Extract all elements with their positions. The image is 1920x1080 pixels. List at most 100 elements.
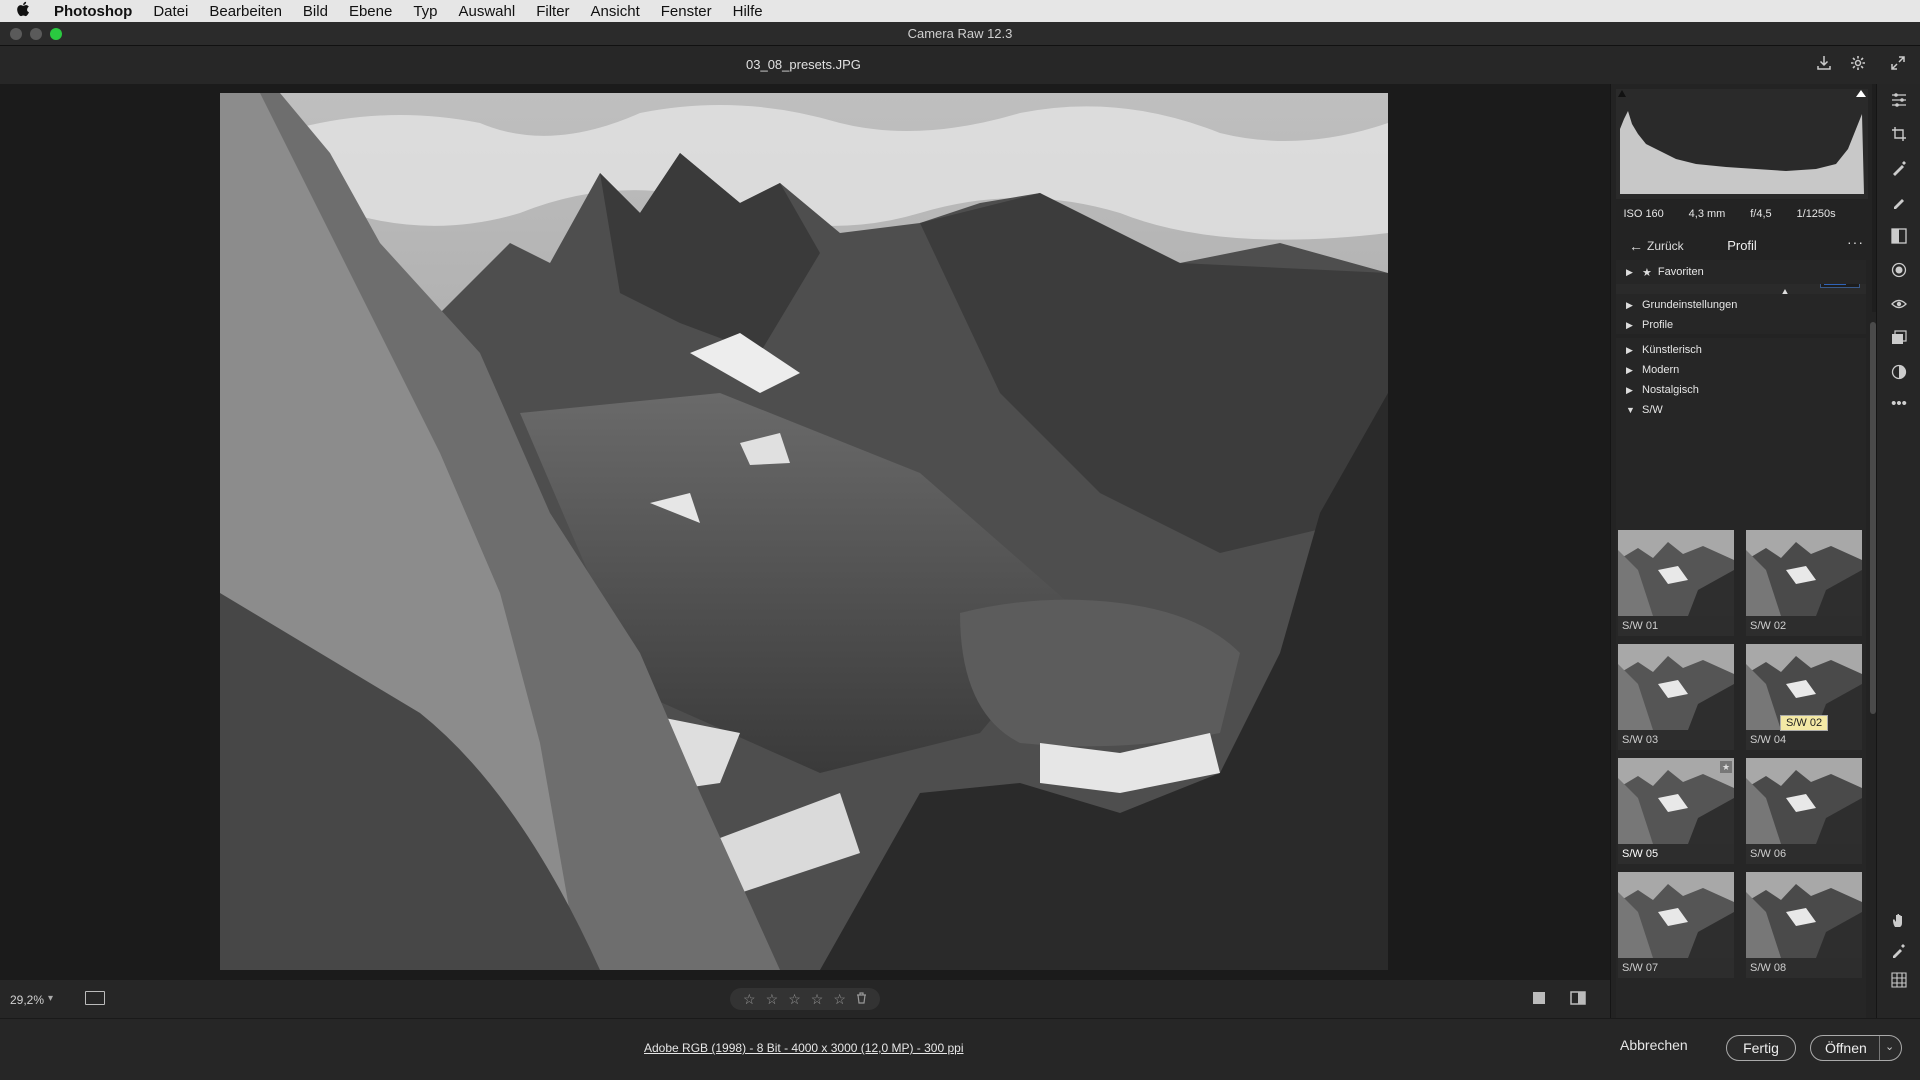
profile-thumbnail[interactable]: S/W 06 xyxy=(1746,758,1862,864)
open-button-group: Öffnen ⌄ xyxy=(1810,1035,1902,1061)
profile-thumbnail[interactable]: S/W 01 xyxy=(1618,530,1734,636)
profile-thumbnail[interactable]: S/W 07 xyxy=(1618,872,1734,978)
favorites-group: ▶ ★ Favoriten xyxy=(1616,260,1866,284)
preview-bottom-toolbar: 29,2% ▾ ☆ ☆ ☆ ☆ ☆ xyxy=(0,980,1610,1018)
grid-overlay-icon[interactable] xyxy=(1889,972,1909,992)
group-profiles[interactable]: ▶ Profile xyxy=(1626,315,1673,335)
file-name: 03_08_presets.JPG xyxy=(746,57,861,72)
delete-trash-icon[interactable] xyxy=(856,991,867,1007)
thumbnail-label: S/W 06 xyxy=(1750,848,1787,860)
expand-triangle-icon: ▶ xyxy=(1626,299,1633,310)
expand-triangle-icon: ▶ xyxy=(1626,364,1633,375)
menu-typ[interactable]: Typ xyxy=(413,3,437,20)
favorite-star-icon[interactable]: ★ xyxy=(1720,761,1732,773)
star-icon: ★ xyxy=(1642,266,1652,279)
expand-triangle-icon: ▶ xyxy=(1626,319,1633,330)
thumbnail-label: S/W 05 xyxy=(1622,848,1659,860)
thumbnail-label: S/W 02 xyxy=(1750,620,1787,632)
menu-hilfe[interactable]: Hilfe xyxy=(733,3,763,20)
exif-iso: ISO 160 xyxy=(1623,208,1664,220)
profile-thumbnail[interactable]: S/W 04 xyxy=(1746,644,1862,750)
open-dropdown-icon[interactable]: ⌄ xyxy=(1885,1040,1894,1053)
window-title: Camera Raw 12.3 xyxy=(907,26,1013,41)
save-image-icon[interactable] xyxy=(1814,55,1834,75)
rating-star-1-icon[interactable]: ☆ xyxy=(743,991,756,1008)
file-header: 03_08_presets.JPG xyxy=(0,46,1920,84)
menu-filter[interactable]: Filter xyxy=(536,3,569,20)
group-bw[interactable]: ▼ S/W xyxy=(1626,400,1663,420)
exif-aperture: f/4,5 xyxy=(1750,208,1772,220)
basic-groups: ▶ Grundeinstellungen ▶ Profile xyxy=(1616,294,1866,334)
rating-star-5-icon[interactable]: ☆ xyxy=(833,991,846,1008)
filmstrip-toggle-icon[interactable] xyxy=(85,991,105,1005)
close-window-button[interactable] xyxy=(10,28,22,40)
thumbnail-image xyxy=(1746,872,1862,958)
group-nostalgic[interactable]: ▶ Nostalgisch xyxy=(1626,380,1699,400)
profile-thumbnail[interactable]: S/W 03 xyxy=(1618,644,1734,750)
presets-icon[interactable] xyxy=(1889,364,1909,384)
zoom-window-button[interactable] xyxy=(50,28,62,40)
settings-gear-icon[interactable] xyxy=(1848,55,1868,75)
menu-fenster[interactable]: Fenster xyxy=(661,3,712,20)
thumbnail-label: S/W 08 xyxy=(1750,962,1787,974)
collapse-triangle-icon: ▼ xyxy=(1626,405,1635,415)
thumbnail-image xyxy=(1618,644,1734,730)
red-eye-icon[interactable] xyxy=(1889,296,1909,316)
profile-thumbnail[interactable]: S/W 05 ★ xyxy=(1618,758,1734,864)
profile-thumbnail[interactable]: S/W 02 xyxy=(1746,530,1862,636)
menu-datei[interactable]: Datei xyxy=(153,3,188,20)
image-preview-area xyxy=(0,84,1610,980)
thumbnail-label: S/W 04 xyxy=(1750,734,1787,746)
fullscreen-icon[interactable] xyxy=(1888,55,1908,75)
group-basics[interactable]: ▶ Grundeinstellungen xyxy=(1626,295,1737,315)
menu-bearbeiten[interactable]: Bearbeiten xyxy=(209,3,282,20)
open-button[interactable]: Öffnen xyxy=(1825,1040,1867,1056)
crop-icon[interactable] xyxy=(1889,126,1909,146)
group-modern[interactable]: ▶ Modern xyxy=(1626,360,1679,380)
color-sampler-icon[interactable] xyxy=(1889,942,1909,962)
single-view-icon[interactable] xyxy=(1532,991,1548,1005)
apple-icon[interactable] xyxy=(16,1,34,22)
hand-tool-icon[interactable] xyxy=(1889,912,1909,932)
snapshots-icon[interactable] xyxy=(1889,330,1909,350)
exif-info: ISO 160 4,3 mm f/4,5 1/1250s xyxy=(1611,202,1873,226)
thumbnail-image xyxy=(1746,530,1862,616)
menu-bild[interactable]: Bild xyxy=(303,3,328,20)
minimize-window-button[interactable] xyxy=(30,28,42,40)
more-tools-icon[interactable]: ••• xyxy=(1889,394,1909,414)
edit-sliders-icon[interactable] xyxy=(1889,92,1909,112)
profile-nav: ← Zurück Profil ··· xyxy=(1611,230,1873,260)
menu-ansicht[interactable]: Ansicht xyxy=(591,3,640,20)
thumbnail-image xyxy=(1618,872,1734,958)
group-favorites[interactable]: ▶ ★ Favoriten xyxy=(1626,262,1704,282)
more-options-icon[interactable]: ··· xyxy=(1847,234,1864,250)
histogram xyxy=(1616,89,1868,199)
exif-shutter: 1/1250s xyxy=(1796,208,1836,220)
group-artistic[interactable]: ▶ Künstlerisch xyxy=(1626,340,1702,360)
adjustment-brush-icon[interactable] xyxy=(1889,194,1909,214)
menu-app-name[interactable]: Photoshop xyxy=(54,3,132,20)
preview-photo[interactable] xyxy=(220,93,1388,970)
menu-ebene[interactable]: Ebene xyxy=(349,3,392,20)
expand-triangle-icon: ▶ xyxy=(1626,344,1633,355)
zoom-dropdown-icon[interactable]: ▾ xyxy=(48,993,53,1004)
expand-triangle-icon: ▶ xyxy=(1626,384,1633,395)
graduated-filter-icon[interactable] xyxy=(1889,228,1909,248)
cancel-button[interactable]: Abbrechen xyxy=(1620,1037,1688,1053)
workflow-options-link[interactable]: Adobe RGB (1998) - 8 Bit - 4000 x 3000 (… xyxy=(644,1041,964,1055)
window-controls xyxy=(10,28,62,40)
before-after-icon[interactable] xyxy=(1570,991,1586,1005)
done-button[interactable]: Fertig xyxy=(1726,1035,1796,1061)
window-titlebar: Camera Raw 12.3 xyxy=(0,22,1920,46)
profile-tooltip: S/W 02 xyxy=(1780,715,1829,731)
rating-star-2-icon[interactable]: ☆ xyxy=(766,991,779,1008)
radial-filter-icon[interactable] xyxy=(1889,262,1909,282)
menu-bar: Photoshop Datei Bearbeiten Bild Ebene Ty… xyxy=(0,0,1920,22)
zoom-level[interactable]: 29,2% xyxy=(10,993,44,1007)
healing-brush-icon[interactable] xyxy=(1889,160,1909,180)
profile-thumbnail[interactable]: S/W 08 xyxy=(1746,872,1862,978)
menu-auswahl[interactable]: Auswahl xyxy=(459,3,516,20)
thumbnail-label: S/W 07 xyxy=(1622,962,1659,974)
rating-star-4-icon[interactable]: ☆ xyxy=(811,991,824,1008)
rating-star-3-icon[interactable]: ☆ xyxy=(788,991,801,1008)
